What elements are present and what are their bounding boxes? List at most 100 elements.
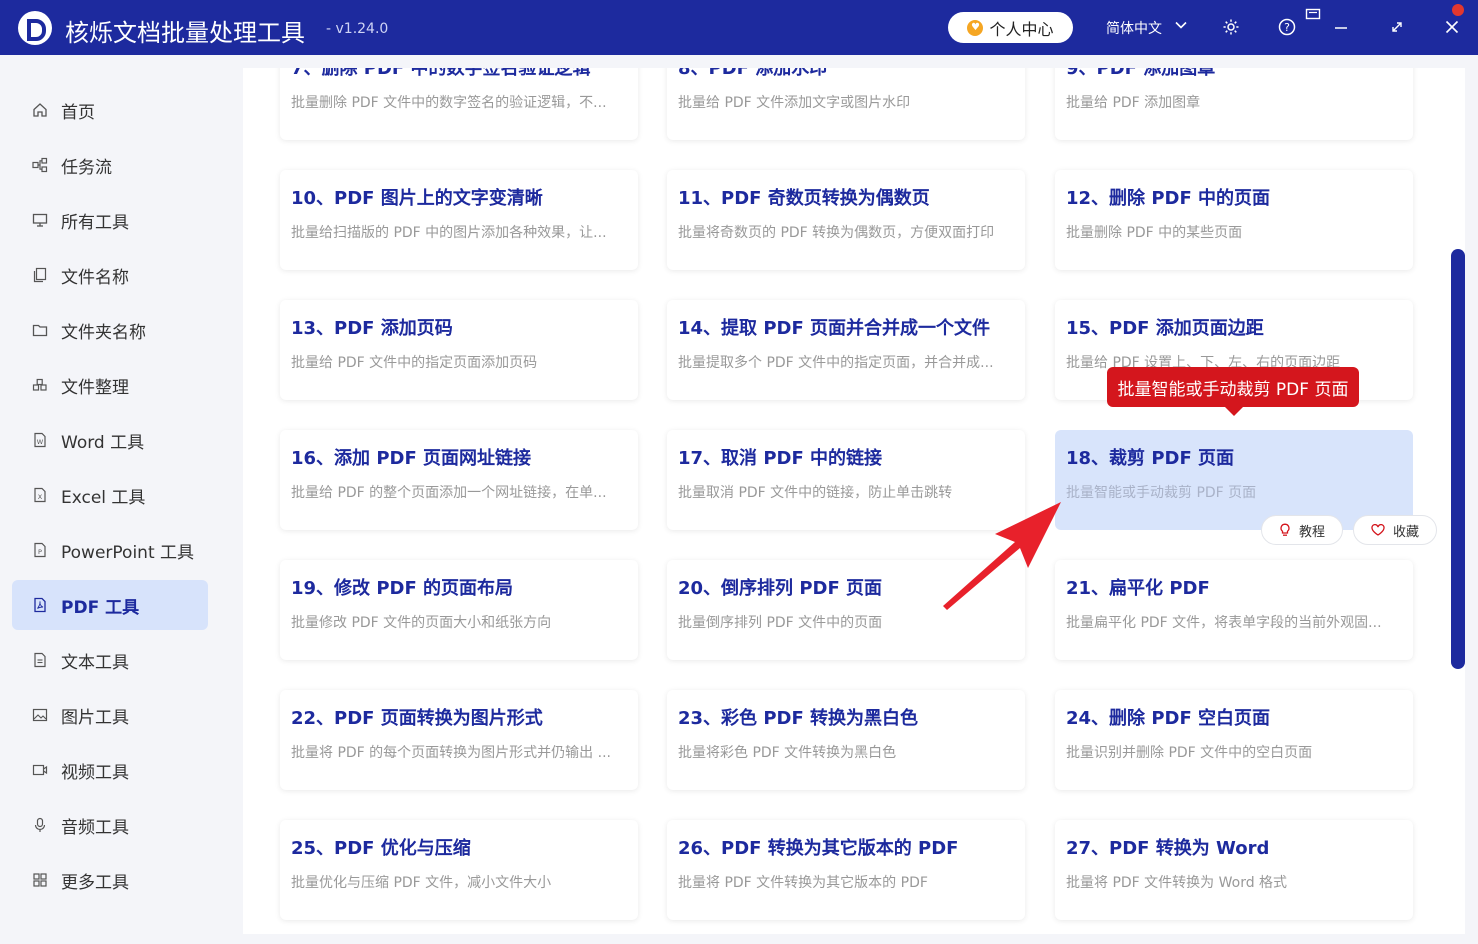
sidebar-item-pdf[interactable]: PDF 工具 bbox=[12, 580, 208, 630]
language-selector[interactable]: 简体中文 bbox=[1106, 18, 1162, 38]
help-icon[interactable]: ? bbox=[1276, 16, 1298, 38]
tool-card-description: 批量删除 PDF 中的某些页面 bbox=[1066, 225, 1243, 241]
minimize-icon[interactable] bbox=[1330, 16, 1352, 38]
sidebar-item-powerpoint[interactable]: P PowerPoint 工具 bbox=[12, 525, 208, 575]
tool-card-description: 批量给 PDF 文件添加文字或图片水印 bbox=[678, 95, 911, 111]
tool-card-description: 批量将彩色 PDF 文件转换为黑白色 bbox=[678, 745, 897, 761]
tool-card-title: 12、删除 PDF 中的页面 bbox=[1066, 188, 1271, 209]
excel-icon: X bbox=[32, 487, 48, 503]
screen-icon[interactable] bbox=[1302, 4, 1324, 26]
tool-card[interactable]: 14、提取 PDF 页面并合并成一个文件批量提取多个 PDF 文件中的指定页面，… bbox=[667, 300, 1025, 400]
sidebar-item-label: Excel 工具 bbox=[61, 487, 146, 508]
tool-card-description: 批量给 PDF 的整个页面添加一个网址链接，在单... bbox=[291, 485, 607, 501]
tool-card-title: 16、添加 PDF 页面网址链接 bbox=[291, 448, 532, 469]
tool-card[interactable]: 24、删除 PDF 空白页面批量识别并删除 PDF 文件中的空白页面 bbox=[1055, 690, 1413, 790]
tool-card[interactable]: 23、彩色 PDF 转换为黑白色 批量将彩色 PDF 文件转换为黑白色 bbox=[667, 690, 1025, 790]
tool-card[interactable]: 19、修改 PDF 的页面布局 批量修改 PDF 文件的页面大小和纸张方向 bbox=[280, 560, 638, 660]
tool-card-title: 18、裁剪 PDF 页面 bbox=[1066, 448, 1235, 469]
tool-card-description: 批量将 PDF 文件转换为 Word 格式 bbox=[1066, 875, 1288, 891]
sidebar-item-folder[interactable]: 文件夹名称 bbox=[12, 305, 208, 355]
tool-card-title: 13、PDF 添加页码 bbox=[291, 318, 453, 339]
sidebar-item-text[interactable]: 文本工具 bbox=[12, 635, 208, 685]
tool-card[interactable]: 10、PDF 图片上的文字变清晰 批量给扫描版的 PDF 中的图片添加各种效果，让… bbox=[280, 170, 638, 270]
tool-card-description: 批量给扫描版的 PDF 中的图片添加各种效果，让... bbox=[291, 225, 607, 241]
sidebar-item-grid[interactable]: 更多工具 bbox=[12, 855, 208, 905]
workflow-icon bbox=[32, 157, 48, 173]
monitor-icon bbox=[32, 212, 48, 228]
tool-card-description: 批量识别并删除 PDF 文件中的空白页面 bbox=[1066, 745, 1313, 761]
sidebar-item-label: PDF 工具 bbox=[61, 597, 140, 618]
tool-card[interactable]: 12、删除 PDF 中的页面批量删除 PDF 中的某些页面 bbox=[1055, 170, 1413, 270]
tutorial-label: 教程 bbox=[1298, 524, 1325, 540]
settings-gear-icon[interactable] bbox=[1220, 16, 1242, 38]
tool-card-title: 22、PDF 页面转换为图片形式 bbox=[291, 708, 543, 729]
home-icon bbox=[32, 102, 48, 118]
tool-card[interactable]: 8、PDF 添加水印批量给 PDF 文件添加文字或图片水印 bbox=[667, 68, 1025, 140]
tool-card[interactable]: 9、PDF 添加图章 批量给 PDF 添加图章 bbox=[1055, 68, 1413, 140]
tool-card-title: 26、PDF 转换为其它版本的 PDF bbox=[678, 838, 959, 859]
sidebar-item-excel[interactable]: X Excel 工具 bbox=[12, 470, 208, 520]
tool-card-title: 20、倒序排列 PDF 页面 bbox=[678, 578, 883, 599]
sidebar-item-label: 所有工具 bbox=[61, 212, 129, 233]
svg-text:X: X bbox=[38, 493, 43, 501]
sidebar-item-video[interactable]: 视频工具 bbox=[12, 745, 208, 795]
scrollbar-thumb[interactable] bbox=[1451, 249, 1465, 669]
word-icon: W bbox=[32, 432, 48, 448]
tool-card[interactable]: 22、PDF 页面转换为图片形式 批量将 PDF 的每个页面转换为图片形式并仍输出… bbox=[280, 690, 638, 790]
sidebar-item-label: 文件名称 bbox=[61, 267, 129, 288]
sidebar-item-monitor[interactable]: 所有工具 bbox=[12, 195, 208, 245]
app-version: - v1.24.0 bbox=[326, 21, 389, 37]
tool-card[interactable]: 25、PDF 优化与压缩 批量优化与压缩 PDF 文件，减小文件大小 bbox=[280, 820, 638, 920]
vip-heart-icon: ♥ bbox=[967, 19, 984, 36]
tool-card-title: 8、PDF 添加水印 bbox=[678, 68, 828, 79]
sidebar-item-organize[interactable]: 文件整理 bbox=[12, 360, 208, 410]
sidebar-item-label: 更多工具 bbox=[61, 872, 129, 893]
video-icon bbox=[32, 762, 48, 778]
card-tooltip: 批量智能或手动裁剪 PDF 页面 bbox=[1107, 367, 1359, 416]
chevron-down-icon[interactable] bbox=[1175, 19, 1187, 31]
tool-card-description: 批量倒序排列 PDF 文件中的页面 bbox=[678, 615, 883, 631]
tool-card[interactable]: 11、PDF 奇数页转换为偶数页 批量将奇数页的 PDF 转换为偶数页，方便双面打… bbox=[667, 170, 1025, 270]
tool-card-description: 批量将奇数页的 PDF 转换为偶数页，方便双面打印 bbox=[678, 225, 995, 241]
sidebar-item-label: 首页 bbox=[61, 102, 95, 123]
tool-card-description: 批量优化与压缩 PDF 文件，减小文件大小 bbox=[291, 875, 552, 891]
sidebar-item-file-copy[interactable]: 文件名称 bbox=[12, 250, 208, 300]
tool-card-description: 批量智能或手动裁剪 PDF 页面 bbox=[1066, 485, 1257, 501]
sidebar-item-image[interactable]: 图片工具 bbox=[12, 690, 208, 740]
sidebar-item-home[interactable]: 首页 bbox=[12, 85, 208, 135]
sidebar-item-label: 任务流 bbox=[61, 157, 112, 178]
sidebar-item-label: 音频工具 bbox=[61, 817, 129, 838]
sidebar-item-label: Word 工具 bbox=[61, 432, 145, 453]
tool-card-description: 批量提取多个 PDF 文件中的指定页面，并合并成... bbox=[678, 355, 994, 371]
powerpoint-icon: P bbox=[32, 542, 48, 558]
tool-card[interactable]: 16、添加 PDF 页面网址链接批量给 PDF 的整个页面添加一个网址链接，在单… bbox=[280, 430, 638, 530]
tool-card[interactable]: 27、PDF 转换为 Word 批量将 PDF 文件转换为 Word 格式 bbox=[1055, 820, 1413, 920]
tool-card-description: 批量修改 PDF 文件的页面大小和纸张方向 bbox=[291, 615, 552, 631]
tool-card-title: 7、删除 PDF 中的数字签名验证逻辑 bbox=[291, 68, 591, 79]
maximize-icon[interactable] bbox=[1386, 16, 1408, 38]
tool-card[interactable]: 7、删除 PDF 中的数字签名验证逻辑 批量删除 PDF 文件中的数字签名的验证逻… bbox=[280, 68, 638, 140]
sidebar-item-mic[interactable]: 音频工具 bbox=[12, 800, 208, 850]
tool-card[interactable]: 13、PDF 添加页码 批量给 PDF 文件中的指定页面添加页码 bbox=[280, 300, 638, 400]
notification-dot-icon bbox=[1452, 4, 1464, 16]
tool-card[interactable]: 21、扁平化 PDF 批量扁平化 PDF 文件，将表单字段的当前外观固... bbox=[1055, 560, 1413, 660]
tool-card-title: 24、删除 PDF 空白页面 bbox=[1066, 708, 1271, 729]
tool-card[interactable]: 18、裁剪 PDF 页面批量智能或手动裁剪 PDF 页面 bbox=[1055, 430, 1413, 530]
tool-card-description: 批量将 PDF 文件转换为其它版本的 PDF bbox=[678, 875, 928, 891]
tool-card-title: 14、提取 PDF 页面并合并成一个文件 bbox=[678, 318, 991, 339]
close-icon[interactable] bbox=[1441, 16, 1463, 38]
organize-icon bbox=[32, 377, 48, 393]
sidebar-item-label: 文本工具 bbox=[61, 652, 129, 673]
sidebar-item-label: 文件整理 bbox=[61, 377, 129, 398]
tool-card[interactable]: 26、PDF 转换为其它版本的 PDF 批量将 PDF 文件转换为其它版本的 PD… bbox=[667, 820, 1025, 920]
svg-text:?: ? bbox=[1284, 21, 1290, 34]
tutorial-button[interactable]: 教程 bbox=[1261, 515, 1343, 545]
tool-card-description: 批量扁平化 PDF 文件，将表单字段的当前外观固... bbox=[1066, 615, 1382, 631]
pointer-arrow-icon bbox=[943, 502, 1061, 610]
app-title: 核烁文档批量处理工具 bbox=[65, 19, 305, 47]
favorite-button[interactable]: 收藏 bbox=[1353, 515, 1437, 545]
sidebar-item-word[interactable]: W Word 工具 bbox=[12, 415, 208, 465]
pdf-icon bbox=[32, 597, 48, 613]
user-center-button[interactable]: ♥ 个人中心 bbox=[948, 12, 1073, 43]
sidebar-item-workflow[interactable]: 任务流 bbox=[12, 140, 208, 190]
